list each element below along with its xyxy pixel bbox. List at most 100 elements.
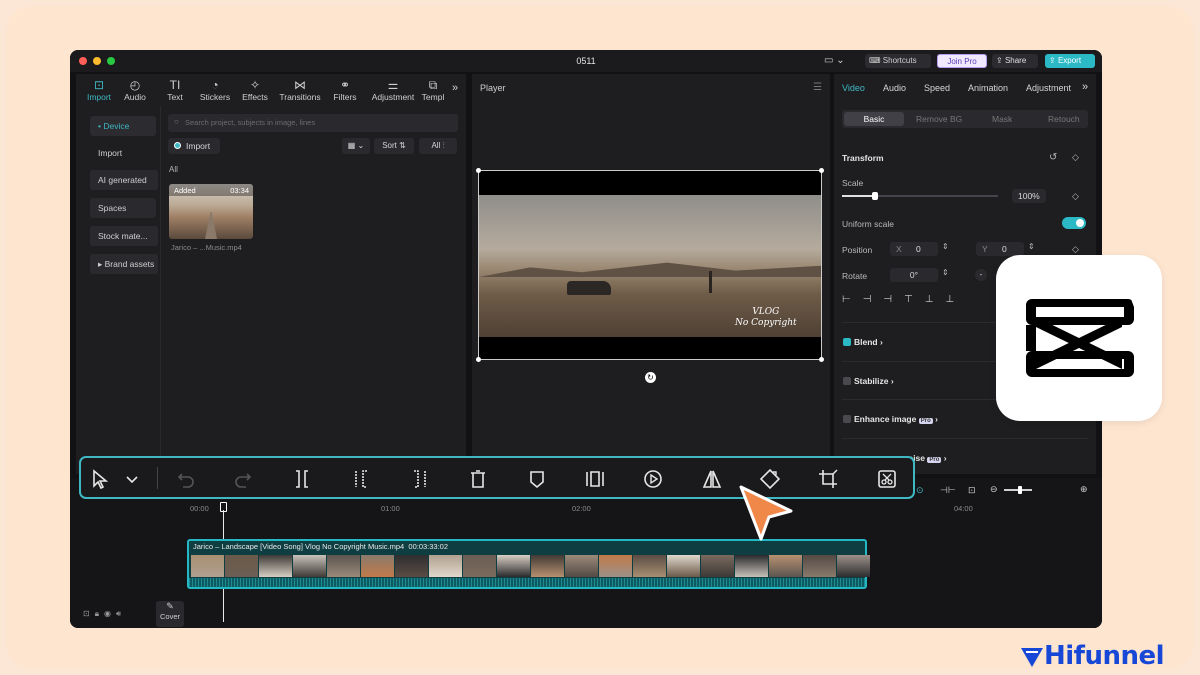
scale-keyframe-icon[interactable]: ◇ xyxy=(1072,191,1079,202)
resize-handle[interactable] xyxy=(819,357,824,362)
position-y-field[interactable]: Y0 xyxy=(976,242,1024,256)
filter-all-button[interactable]: All ⫶ xyxy=(419,138,457,154)
resize-handle[interactable] xyxy=(819,168,824,173)
magnet-icon[interactable]: ⊙ xyxy=(916,485,924,496)
view-mode-icon[interactable]: ▦ ⌄ xyxy=(342,138,370,154)
clip-frame xyxy=(259,555,292,577)
tab-transitions[interactable]: ⋈ Transitions xyxy=(277,78,323,102)
speaker-icon[interactable]: 🔊︎ xyxy=(116,609,126,618)
eye-icon[interactable]: ◉ xyxy=(104,609,116,618)
tab-filters[interactable]: ⚭ Filters xyxy=(322,78,368,102)
reset-icon[interactable]: ↺ xyxy=(1049,152,1057,163)
tab-adjustment-props[interactable]: Adjustment xyxy=(1026,83,1071,93)
tab-templates[interactable]: ⧉ Templ xyxy=(416,78,450,102)
cover-button[interactable]: ✎ Cover xyxy=(156,601,184,627)
timeline-clip[interactable]: Jarico – Landscape [Video Song] Vlog No … xyxy=(187,539,870,589)
stepper-icon[interactable]: ⇕ xyxy=(942,268,949,277)
stepper-icon[interactable]: ⇕ xyxy=(1028,242,1035,251)
redo-icon[interactable] xyxy=(232,468,254,490)
export-button[interactable]: ⇪ Export xyxy=(1045,54,1095,68)
select-cursor-icon[interactable] xyxy=(89,468,111,490)
title-bar: 0511 ▭ ⌄ ⌨ Shortcuts Join Pro ⇪ Share ⇪ … xyxy=(70,50,1102,72)
delete-icon[interactable] xyxy=(467,468,489,490)
link-icon[interactable]: ⊣⊢ xyxy=(940,485,956,496)
position-x-field[interactable]: X0 xyxy=(890,242,938,256)
split-icon[interactable] xyxy=(291,468,313,490)
align-buttons-icon[interactable]: ⊢⊣⊣⊤⊥⊥ xyxy=(842,294,992,308)
sidebar-item-spaces[interactable]: Spaces xyxy=(90,198,156,218)
track-collapse-icon[interactable]: ⊡ xyxy=(83,609,95,618)
mirror-icon[interactable] xyxy=(701,468,723,490)
zoom-out-icon[interactable]: ⊖ xyxy=(990,484,998,495)
join-pro-button[interactable]: Join Pro xyxy=(937,54,987,68)
import-button[interactable]: Import xyxy=(168,138,220,154)
ruler-tick: 01:00 xyxy=(381,504,400,513)
transitions-icon: ⋈ xyxy=(294,78,306,92)
more-tabs-icon[interactable]: » xyxy=(1082,81,1088,93)
sidebar-item-ai-generated[interactable]: AI generated xyxy=(90,170,158,190)
shortcuts-button[interactable]: ⌨ Shortcuts xyxy=(865,54,931,68)
scale-value-field[interactable]: 100% xyxy=(1012,189,1046,203)
templates-icon: ⧉ xyxy=(428,78,438,92)
clip-frame xyxy=(769,555,802,577)
rotate-dial-icon[interactable]: - xyxy=(975,269,987,281)
remove-background-icon[interactable] xyxy=(876,468,898,490)
share-icon: ⇪ xyxy=(996,56,1005,65)
tab-video[interactable]: Video xyxy=(842,83,865,93)
tab-adjustment[interactable]: ⚌ Adjustment xyxy=(367,78,419,102)
slider-thumb[interactable] xyxy=(872,192,878,200)
zoom-in-icon[interactable]: ⊕ xyxy=(1080,484,1088,495)
uniform-scale-toggle[interactable] xyxy=(1062,217,1086,229)
split-left-icon[interactable] xyxy=(350,468,372,490)
position-keyframe-icon[interactable]: ◇ xyxy=(1072,244,1079,255)
sort-button[interactable]: Sort ⇅ xyxy=(374,138,414,154)
effects-icon: ✧ xyxy=(249,78,261,92)
clip-frame xyxy=(599,555,632,577)
blend-checkbox[interactable] xyxy=(843,338,851,346)
subtab-remove-bg[interactable]: Remove BG xyxy=(916,114,962,124)
export-icon: ⇪ xyxy=(1049,56,1058,65)
timeline-ruler[interactable]: 00:00 01:00 02:00 04:00 xyxy=(188,502,1092,516)
enhance-image-checkbox[interactable] xyxy=(843,415,851,423)
more-tools-icon[interactable]: » xyxy=(452,82,458,94)
zoom-slider[interactable] xyxy=(1004,486,1032,494)
sidebar-item-stock-material[interactable]: Stock mate... xyxy=(90,226,158,246)
subtab-basic[interactable]: Basic xyxy=(844,112,904,126)
sidebar-item-brand-assets[interactable]: ▸ Brand assets xyxy=(90,254,158,274)
stabilize-checkbox[interactable] xyxy=(843,377,851,385)
tab-audio-props[interactable]: Audio xyxy=(883,83,906,93)
rotate-field[interactable]: 0° xyxy=(890,268,938,282)
scale-slider[interactable] xyxy=(842,192,998,200)
rotate-handle-icon[interactable]: ↻ xyxy=(645,372,656,383)
keyframe-icon[interactable]: ◇ xyxy=(1072,152,1079,163)
search-input[interactable]: ○ Search project, subjects in image, lin… xyxy=(168,114,458,132)
preview-icon[interactable]: ⊡ xyxy=(968,485,976,496)
resize-handle[interactable] xyxy=(476,168,481,173)
reverse-icon[interactable] xyxy=(642,468,664,490)
resize-handle[interactable] xyxy=(476,357,481,362)
sidebar-item-import[interactable]: Import xyxy=(90,143,156,163)
split-right-icon[interactable] xyxy=(409,468,431,490)
sidebar-item-device[interactable]: • Device xyxy=(90,116,156,136)
subtab-retouch[interactable]: Retouch xyxy=(1048,114,1080,124)
mark-icon[interactable] xyxy=(526,468,548,490)
crop-icon[interactable] xyxy=(817,468,839,490)
undo-icon[interactable] xyxy=(175,468,197,490)
track-controls[interactable]: ⊡🔒︎◉🔊︎ xyxy=(83,609,126,619)
tab-animation[interactable]: Animation xyxy=(968,83,1008,93)
stabilize-label: Stabilize › xyxy=(854,376,894,386)
media-thumbnail[interactable]: Added 03:34 xyxy=(169,184,253,239)
subtab-mask[interactable]: Mask xyxy=(992,114,1012,124)
layout-icon[interactable]: ▭ ⌄ xyxy=(824,55,845,66)
chevron-down-icon[interactable] xyxy=(121,468,143,490)
video-canvas[interactable]: VLOG No Copyright xyxy=(476,168,824,362)
clip-frame xyxy=(837,555,870,577)
tab-speed[interactable]: Speed xyxy=(924,83,950,93)
lock-icon[interactable]: 🔒︎ xyxy=(95,609,104,618)
stepper-icon[interactable]: ⇕ xyxy=(942,242,949,251)
player-menu-icon[interactable]: ☰ xyxy=(813,82,822,93)
tab-effects[interactable]: ✧ Effects xyxy=(232,78,278,102)
share-button[interactable]: ⇪ Share xyxy=(992,54,1038,68)
filters-icon: ⚭ xyxy=(339,78,351,92)
freeze-icon[interactable] xyxy=(584,468,606,490)
